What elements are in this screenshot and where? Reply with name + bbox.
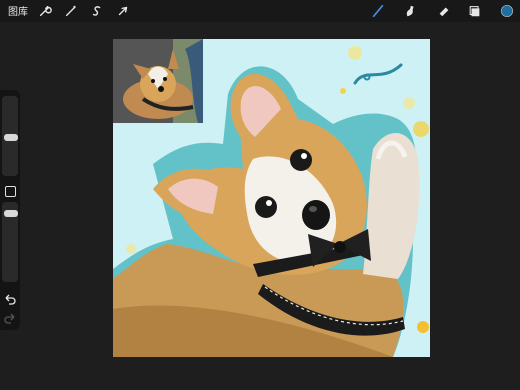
wrench-icon[interactable]: [36, 2, 54, 20]
left-sidebar: [0, 90, 20, 330]
brush-size-slider[interactable]: [2, 96, 18, 176]
selection-s-icon[interactable]: [88, 2, 106, 20]
gallery-button[interactable]: 图库: [8, 3, 28, 18]
layers-icon[interactable]: [466, 2, 484, 20]
undo-icon[interactable]: [3, 293, 17, 307]
brush-size-thumb[interactable]: [4, 134, 18, 141]
arrow-cursor-icon[interactable]: [114, 2, 132, 20]
reference-photo[interactable]: [113, 39, 203, 123]
smudge-icon[interactable]: [401, 2, 419, 20]
magic-wand-icon[interactable]: [62, 2, 80, 20]
eraser-icon[interactable]: [435, 2, 453, 20]
modify-button[interactable]: [5, 186, 16, 197]
top-toolbar: 图库: [0, 0, 520, 22]
color-swatch[interactable]: [498, 2, 516, 20]
reference-photo-image: [113, 39, 203, 123]
brush-icon[interactable]: [369, 2, 387, 20]
opacity-slider[interactable]: [2, 202, 18, 282]
opacity-thumb[interactable]: [4, 210, 18, 217]
redo-icon[interactable]: [3, 312, 17, 326]
